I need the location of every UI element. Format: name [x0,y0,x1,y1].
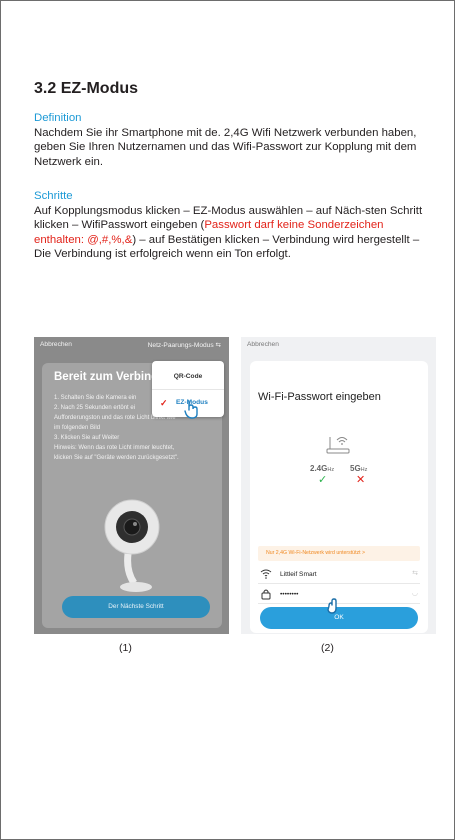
show-password-icon[interactable]: ◡ [412,589,418,597]
wifi-card: Wi-Fi-Passwort eingeben 2.4GHz 5GHz ✓ ✕ … [250,361,428,633]
screenshot-wifi-password: Abbrechen Wi-Fi-Passwort eingeben 2.4GHz… [241,337,436,634]
lock-icon [261,589,271,600]
router-icon [326,437,350,454]
steps-heading: Schritte [34,190,73,202]
instruction-line: im folgenden Bild [54,425,101,431]
cancel-link[interactable]: Abbrechen [40,341,72,348]
switch-network-icon[interactable]: ⇆ [412,569,418,577]
definition-text: Nachdem Sie ihr Smartphone mit de. 2,4G … [34,126,417,168]
ready-heading: Bereit zum Verbind [54,371,159,383]
definition-heading: Definition [34,112,82,124]
band-unit: Hz [327,467,335,473]
band-2-4ghz-label: 2.4GHz [310,464,334,473]
instruction-line: 3. Klicken Sie auf Weiter [54,435,120,441]
camera-image [104,499,160,592]
supported-check-icon: ✓ [318,474,328,486]
definition-section: Definition Nachdem Sie ihr Smartphone mi… [34,111,429,169]
caption-2: (2) [321,642,334,654]
instruction-line: klicken Sie auf "Geräte werden zurückges… [54,455,179,461]
tap-hand-icon [184,400,198,419]
unsupported-cross-icon: ✕ [356,474,366,486]
ssid-value: Littleif Smart [280,571,317,578]
band-2-4ghz-value: 2.4G [310,464,328,473]
check-icon: ✓ [160,398,168,408]
menu-divider [152,389,224,390]
band-5ghz-value: 5G [350,464,361,473]
password-value: •••••••• [280,591,299,598]
caption-1: (1) [119,642,132,654]
wifi-heading: Wi-Fi-Passwort eingeben [258,391,381,403]
cancel-link[interactable]: Abbrechen [247,341,279,348]
ssid-field[interactable]: Littleif Smart ⇆ [258,567,420,584]
band-warning-banner[interactable]: Nur 2,4G Wi-Fi-Netzwerk wird unterstützt… [258,546,420,561]
steps-section: Schritte Auf Kopplungsmodus klicken – EZ… [34,189,429,262]
band-5ghz-label: 5GHz [350,464,367,473]
section-title: 3.2 EZ-Modus [34,80,139,97]
pairing-mode-link[interactable]: Netz-Paarungs-Modus ⇆ [148,341,221,349]
screenshot-pairing-mode: Abbrechen Netz-Paarungs-Modus ⇆ Bereit z… [34,337,229,634]
app-topbar: Abbrechen [241,337,436,353]
app-topbar: Abbrechen Netz-Paarungs-Modus ⇆ [34,337,229,353]
menu-item-qr-code[interactable]: QR-Code [152,365,224,389]
tap-hand-icon [327,598,337,614]
instruction-line: Hinweis: Wenn das rote Licht immer leuch… [54,445,175,451]
steps-text: Auf Kopplungsmodus klicken – EZ-Modus au… [34,204,429,262]
manual-page: 3.2 EZ-Modus Definition Nachdem Sie ihr … [0,0,455,840]
next-step-button[interactable]: Der Nächste Schritt [62,596,210,618]
wifi-icon [260,569,272,579]
